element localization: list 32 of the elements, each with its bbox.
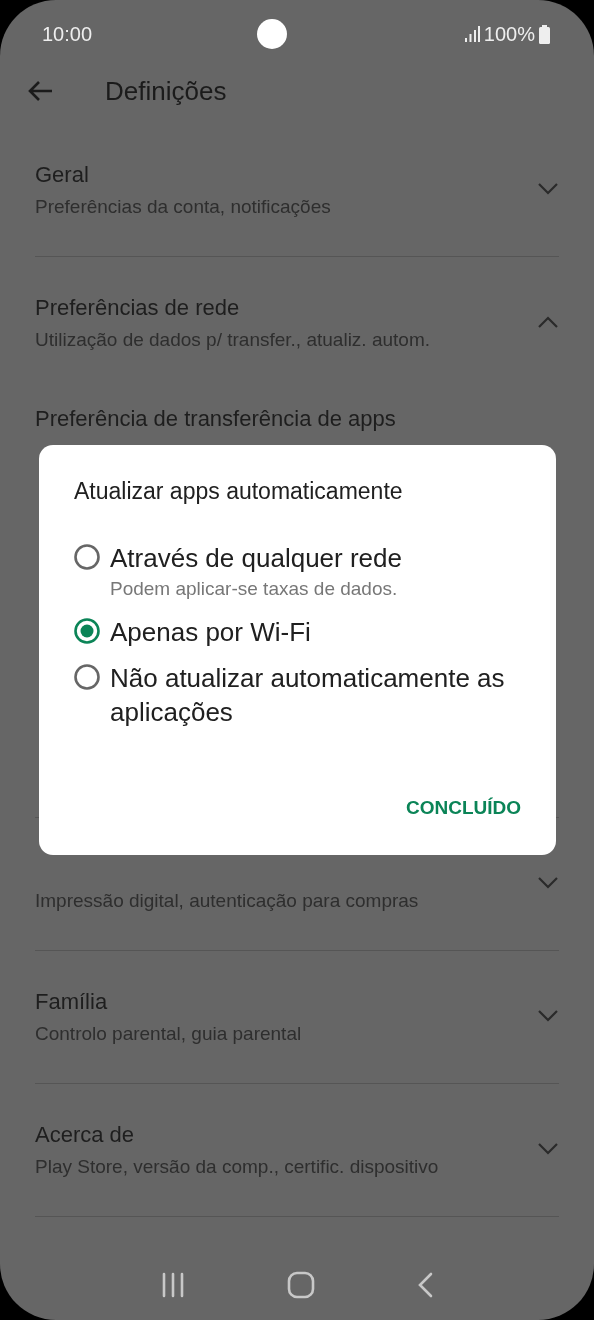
chevron-icon[interactable] [538, 1143, 558, 1155]
page-title: Definições [105, 75, 227, 107]
clock: 10:00 [42, 22, 93, 46]
section-subtitle: Preferências da conta, notificações [35, 196, 331, 217]
section-title: Preferências de rede [35, 295, 240, 320]
option-note: Podem aplicar-se taxas de dados. [110, 577, 399, 601]
radio-button[interactable] [74, 618, 100, 644]
option-label[interactable]: Através de qualquer rede [110, 541, 402, 575]
section-subtitle: Impressão digital, autenticação para compras [35, 890, 419, 911]
chevron-icon[interactable] [538, 183, 558, 195]
radio-button[interactable] [74, 544, 100, 570]
battery-level: 100% [483, 22, 535, 46]
section-title: Família [35, 989, 108, 1014]
chevron-icon[interactable] [538, 316, 558, 328]
option-label[interactable]: Não atualizar automaticamente as aplicações [110, 661, 522, 729]
radio-button[interactable] [74, 664, 100, 690]
section-subtitle: Utilização de dados p/ transfer., atualiz. autom. [35, 329, 430, 350]
option-label[interactable]: Apenas por Wi-Fi [110, 615, 311, 649]
signal-icon [463, 26, 480, 42]
back-icon[interactable] [27, 80, 53, 102]
chevron-icon[interactable] [538, 877, 558, 889]
home-icon[interactable] [287, 1271, 315, 1299]
battery-icon [539, 24, 550, 44]
recent-apps-icon[interactable] [161, 1272, 185, 1298]
section-subtitle: Controlo parental, guia parental [35, 1023, 302, 1044]
section-title: Acerca de [35, 1122, 135, 1147]
done-button[interactable]: CONCLUÍDO [405, 791, 521, 825]
chevron-icon[interactable] [538, 1010, 558, 1022]
section-subtitle: Play Store, versão da comp., certific. dispositivo [35, 1156, 439, 1177]
camera-hole [256, 19, 287, 49]
dialog-title: Atualizar apps automaticamente [74, 477, 404, 506]
section-title: Geral [35, 162, 89, 187]
